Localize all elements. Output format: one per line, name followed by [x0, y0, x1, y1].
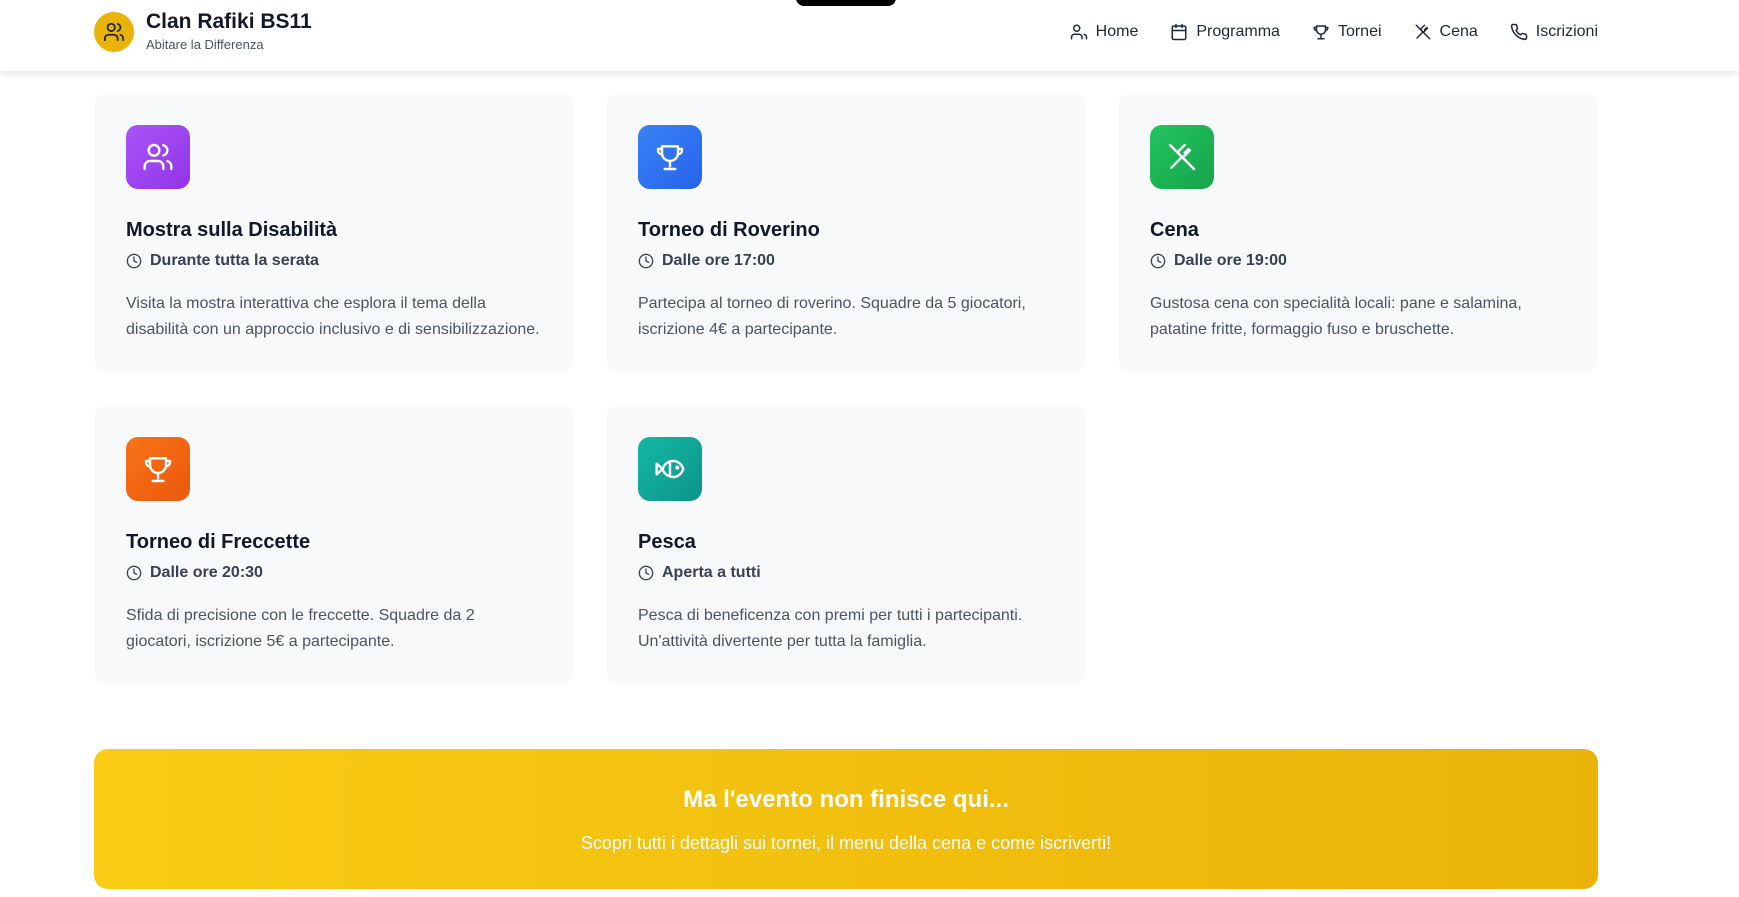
user-icon: [1070, 24, 1087, 39]
card-time: Dalle ore 17:00: [638, 251, 1054, 271]
main-nav: Home Programma Tornei Cena Iscrizioni: [1070, 23, 1598, 41]
phone-icon: [1510, 23, 1528, 40]
nav-home[interactable]: Home: [1070, 22, 1139, 41]
card-description: Pesca di beneficenza con premi per tutti…: [638, 607, 1023, 650]
event-card-cena: Cena Dalle ore 19:00 Gustosa cena con sp…: [1118, 93, 1598, 372]
event-card-mostra: Mostra sulla Disabilità Durante tutta la…: [94, 93, 574, 372]
clock-icon: [1150, 253, 1166, 269]
event-card-roverino: Torneo di Roverino Dalle ore 17:00 Parte…: [606, 93, 1086, 372]
brand-title: Clan Rafiki BS11: [146, 9, 312, 33]
card-time-label: Aperta a tutti: [662, 564, 761, 581]
card-title: Torneo di Freccette: [126, 531, 311, 553]
nav-tornei-label: Tornei: [1337, 22, 1382, 40]
clock-icon: [126, 253, 142, 269]
users-icon: [126, 125, 190, 189]
nav-cena-label: Cena: [1439, 22, 1478, 40]
card-description: Partecipa al torneo di roverino. Squadre…: [638, 295, 1026, 338]
card-description: Gustosa cena con specialità locali: pane…: [1150, 295, 1522, 338]
nav-iscrizioni[interactable]: Iscrizioni: [1510, 23, 1598, 41]
card-time-label: Dalle ore 17:00: [662, 252, 775, 269]
card-time: Aperta a tutti: [638, 563, 1054, 583]
card-time-label: Durante tutta la serata: [150, 252, 319, 269]
utensils-icon: [1415, 24, 1431, 39]
card-title: Mostra sulla Disabilità: [126, 219, 338, 241]
cta-text: Scopri tutti i dettagli sui tornei, il m…: [580, 833, 1112, 853]
nav-programma[interactable]: Programma: [1170, 23, 1280, 41]
clock-icon: [638, 565, 654, 581]
card-time: Dalle ore 20:30: [126, 563, 542, 583]
card-time: Dalle ore 19:00: [1150, 251, 1566, 271]
card-time-label: Dalle ore 20:30: [150, 564, 263, 581]
nav-tornei[interactable]: Tornei: [1312, 23, 1382, 41]
clock-icon: [638, 253, 654, 269]
card-time-label: Dalle ore 19:00: [1174, 252, 1287, 269]
brand-subtitle: Abitare la Differenza: [146, 36, 264, 52]
card-time: Durante tutta la serata: [126, 251, 542, 271]
card-description: Visita la mostra interattiva che esplora…: [126, 295, 540, 338]
card-description: Sfida di precisione con le freccette. Sq…: [126, 607, 475, 650]
cta-title: Ma l'evento non finisce qui...: [683, 786, 1009, 813]
trophy-icon: [126, 437, 190, 501]
trophy-icon: [1313, 24, 1329, 39]
trophy-icon: [638, 125, 702, 189]
nav-programma-label: Programma: [1196, 22, 1280, 40]
site-header: Clan Rafiki BS11 Abitare la Differenza H…: [0, 0, 1739, 71]
users-icon: [94, 11, 134, 52]
calendar-icon: [1171, 23, 1187, 40]
card-title: Pesca: [638, 531, 696, 553]
nav-home-label: Home: [1095, 22, 1139, 40]
utensils-icon: [1150, 125, 1214, 189]
brand[interactable]: Clan Rafiki BS11 Abitare la Differenza: [94, 10, 312, 54]
card-title: Cena: [1150, 219, 1199, 241]
card-title: Torneo di Roverino: [638, 219, 820, 241]
fish-icon: [638, 437, 702, 501]
nav-iscrizioni-label: Iscrizioni: [1535, 22, 1598, 40]
clock-icon: [126, 565, 142, 581]
nav-cena[interactable]: Cena: [1414, 23, 1478, 41]
event-card-pesca: Pesca Aperta a tutti Pesca di beneficenz…: [606, 405, 1086, 684]
event-card-freccette: Torneo di Freccette Dalle ore 20:30 Sfid…: [94, 405, 574, 684]
cta-banner: Ma l'evento non finisce qui... Scopri tu…: [94, 749, 1598, 889]
